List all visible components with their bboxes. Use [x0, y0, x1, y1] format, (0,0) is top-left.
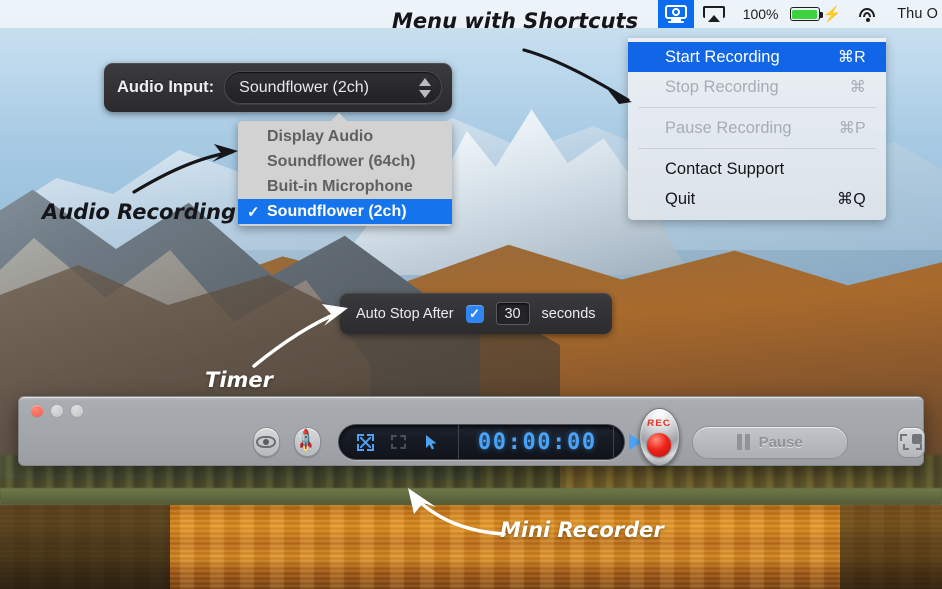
timecode-display: 00:00:00: [477, 429, 597, 455]
audio-option-display-audio[interactable]: Display Audio: [238, 124, 452, 149]
menu-item-label: Start Recording: [665, 47, 780, 66]
auto-stop-seconds-value: 30: [504, 305, 521, 322]
seconds-unit-label: seconds: [541, 305, 596, 322]
menu-item-label: Quit: [665, 189, 696, 208]
zoom-window-button[interactable]: [71, 405, 83, 417]
pause-label: Pause: [758, 433, 803, 451]
menubar-item-wifi[interactable]: [850, 0, 888, 28]
record-dot-icon: [647, 432, 672, 457]
audio-input-label: Audio Input:: [117, 78, 215, 96]
menubar-item-airplay[interactable]: [694, 0, 734, 28]
audio-option-soundflower-2ch[interactable]: ✓ Soundflower (2ch): [238, 199, 452, 224]
record-label: REC: [646, 418, 673, 429]
crop-region-icon[interactable]: [390, 434, 407, 451]
menu-separator: [638, 107, 876, 108]
menu-item-shortcut: ⌘: [849, 79, 866, 96]
recorder-controls: 🚀 00:00:00 REC Pause: [19, 407, 925, 466]
auto-stop-checkbox[interactable]: ✓: [465, 304, 484, 323]
checkmark-icon: ✓: [247, 203, 260, 221]
menubar-item-screen-recorder[interactable]: [657, 0, 694, 28]
menu-item-label: Pause Recording: [665, 118, 792, 137]
audio-option-label: Soundflower (64ch): [267, 152, 416, 170]
auto-stop-timer-panel: Auto Stop After ✓ 30 seconds: [340, 293, 612, 334]
audio-option-soundflower-64ch[interactable]: Soundflower (64ch): [238, 149, 452, 174]
audio-input-select[interactable]: Soundflower (2ch): [224, 71, 442, 104]
menubar-battery-indicator[interactable]: ⚡: [788, 0, 851, 28]
audio-device-popup-list: Display Audio Soundflower (64ch) Buit-in…: [238, 113, 452, 226]
auto-stop-label: Auto Stop After: [356, 305, 454, 322]
minimize-window-button[interactable]: [51, 405, 63, 417]
close-window-button[interactable]: [31, 405, 43, 417]
fullscreen-arrows-icon[interactable]: [356, 433, 374, 451]
checkmark-icon: ✓: [469, 305, 480, 321]
desktop-screen: 100% ⚡ Thu O Start Recording ⌘R Stop Rec…: [0, 0, 942, 589]
mini-recorder-window: 🚀 00:00:00 REC Pause: [18, 396, 925, 466]
battery-icon: [789, 7, 823, 21]
audio-input-panel: Audio Input: Soundflower (2ch): [104, 63, 452, 112]
menu-item-quit[interactable]: Quit ⌘Q: [628, 184, 886, 214]
audio-input-selected-value: Soundflower (2ch): [239, 78, 369, 96]
cursor-arrow-icon[interactable]: [423, 434, 440, 451]
eye-icon: [256, 436, 277, 448]
pause-button[interactable]: Pause: [691, 425, 848, 459]
window-select-button[interactable]: [896, 426, 925, 458]
stepper-updown-icon: [419, 77, 432, 99]
screen-recorder-icon: [664, 5, 687, 23]
menu-item-shortcut: ⌘R: [837, 49, 866, 66]
launch-button[interactable]: 🚀: [293, 427, 321, 457]
macos-menu-bar: 100% ⚡ Thu O: [0, 0, 942, 28]
menu-item-pause-recording[interactable]: Pause Recording ⌘P: [628, 113, 886, 143]
menu-item-label: Stop Recording: [665, 77, 779, 96]
timecode-group: 00:00:00: [457, 425, 613, 459]
bolt-icon: ⚡: [822, 6, 842, 23]
audio-option-label: Display Audio: [267, 127, 374, 145]
menubar-item-battery[interactable]: 100%: [734, 0, 788, 28]
record-button[interactable]: REC: [638, 407, 680, 466]
airplay-icon: [702, 6, 725, 22]
battery-percent-label: 100%: [742, 6, 779, 22]
menu-item-shortcut: ⌘P: [838, 120, 866, 137]
audio-option-label: Soundflower (2ch): [267, 202, 407, 220]
menubar-clock[interactable]: Thu O: [888, 0, 942, 28]
capture-mode-group: [339, 425, 458, 459]
menu-item-label: Contact Support: [665, 159, 785, 178]
menu-item-contact-support[interactable]: Contact Support: [628, 154, 886, 184]
audio-option-builtin-microphone[interactable]: Buit-in Microphone: [238, 174, 452, 199]
menu-item-shortcut: ⌘Q: [836, 191, 866, 208]
pause-bars-icon: [736, 434, 750, 450]
menu-item-start-recording[interactable]: Start Recording ⌘R: [628, 42, 886, 72]
menu-item-stop-recording[interactable]: Stop Recording ⌘: [628, 72, 886, 102]
audio-option-label: Buit-in Microphone: [267, 177, 413, 195]
menu-separator: [638, 148, 876, 149]
auto-stop-seconds-input[interactable]: 30: [495, 302, 530, 325]
fullscreen-diagonals: [359, 436, 371, 448]
recorder-app-menu: Start Recording ⌘R Stop Recording ⌘ Paus…: [628, 38, 886, 220]
preview-button[interactable]: [253, 427, 280, 457]
window-traffic-lights: [31, 405, 83, 417]
clock-label: Thu O: [897, 6, 938, 22]
lcd-control-group: 00:00:00: [337, 424, 669, 460]
rocket-icon: 🚀: [294, 428, 321, 455]
window-select-icon: [899, 434, 922, 450]
wifi-icon: [859, 7, 879, 22]
